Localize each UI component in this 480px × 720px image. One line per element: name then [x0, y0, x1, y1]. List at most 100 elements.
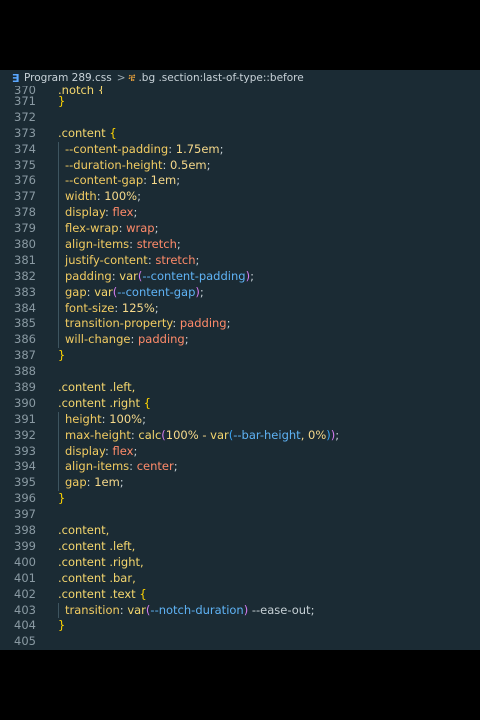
- line-number: 371: [14, 94, 36, 108]
- line-code: }: [58, 618, 65, 634]
- line-number: 377: [14, 189, 36, 204]
- code-line[interactable]: 398 .content,: [0, 523, 480, 539]
- code-line[interactable]: 380 align-items: stretch;: [0, 237, 480, 253]
- token-val: padding: [138, 332, 185, 347]
- code-line[interactable]: 375 --duration-height: 0.5em;: [0, 157, 480, 174]
- line-code: align-items: center;: [65, 459, 178, 475]
- code-line[interactable]: 392 max-height: calc(100% - var(--bar-hei…: [0, 427, 480, 444]
- line-number: 385: [14, 316, 36, 331]
- token-p: :: [118, 221, 127, 236]
- code-line[interactable]: 402 .content .text {: [0, 587, 480, 603]
- line-number: 375: [14, 157, 36, 172]
- code-line[interactable]: 382 padding: var(--content-padding);: [0, 268, 480, 285]
- line-code: padding: var(--content-padding);: [65, 269, 254, 285]
- line-number: 373: [14, 125, 36, 140]
- line-number: 378: [14, 205, 36, 220]
- token-prop: flex-wrap: [65, 221, 119, 236]
- code-line[interactable]: 378 display: flex;: [0, 205, 480, 222]
- token-sel: .content .right: [58, 395, 144, 410]
- code-line[interactable]: 386 will-change: padding;: [0, 332, 480, 349]
- code-line[interactable]: 389 .content .left,: [0, 380, 480, 396]
- code-line[interactable]: 400 .content .right,: [0, 555, 480, 571]
- code-line[interactable]: 374 --content-padding: 1.75em;: [0, 141, 480, 158]
- token-val: center: [136, 459, 174, 474]
- code-line[interactable]: 379 flex-wrap: wrap;: [0, 221, 480, 238]
- indent-guide: [58, 332, 59, 349]
- line-code: justify-content: stretch;: [65, 253, 199, 269]
- line-code: gap: 1em;: [65, 475, 124, 491]
- code-line[interactable]: 376 --content-gap: 1em;: [0, 173, 480, 190]
- token-p: :: [168, 141, 176, 156]
- token-br: }: [58, 491, 66, 506]
- line-number: 381: [14, 252, 36, 267]
- breadcrumb-separator: >: [116, 72, 126, 84]
- token-var: --bar-height: [233, 427, 301, 442]
- line-number: 386: [14, 332, 36, 347]
- line-code: }: [58, 491, 65, 507]
- code-line[interactable]: 393 display: flex;: [0, 443, 480, 460]
- code-line[interactable]: 391 height: 100%;: [0, 411, 480, 428]
- code-line[interactable]: 385 transition-property: padding;: [0, 316, 480, 333]
- token-fn: calc: [138, 427, 162, 442]
- code-line[interactable]: 404}: [0, 618, 480, 634]
- token-prop: --content-padding: [65, 141, 169, 156]
- code-line[interactable]: 371}: [0, 94, 480, 110]
- token-prop: --content-gap: [65, 173, 144, 188]
- indent-guide: [58, 268, 59, 285]
- indent-guide: [58, 459, 59, 476]
- code-line[interactable]: 370 .notch {: [0, 86, 480, 94]
- code-line[interactable]: 403 transition: var(--notch-duration) --e…: [0, 602, 480, 619]
- line-number: 399: [14, 538, 36, 553]
- code-line[interactable]: 372: [0, 110, 480, 126]
- code-line[interactable]: 387}: [0, 348, 480, 364]
- token-p: ;: [119, 475, 124, 490]
- token-p: ;: [154, 300, 159, 315]
- token-p: :: [129, 237, 137, 252]
- code-line[interactable]: 383 gap: var(--content-gap);: [0, 284, 480, 301]
- code-line[interactable]: 395 gap: 1em;: [0, 475, 480, 492]
- token-p: :: [172, 316, 180, 331]
- line-number: 397: [14, 507, 36, 522]
- line-code: max-height: calc(100% - var(--bar-height…: [65, 428, 339, 444]
- breadcrumb-file[interactable]: Program 289.css: [24, 72, 112, 84]
- code-line[interactable]: 390 .content .right {: [0, 396, 480, 412]
- code-line[interactable]: 381 justify-content: stretch;: [0, 252, 480, 269]
- code-line[interactable]: 384 font-size: 125%;: [0, 300, 480, 317]
- token-prop: width: [65, 189, 97, 204]
- indent-guide: [58, 427, 59, 444]
- token-p: :: [105, 205, 113, 220]
- code-line[interactable]: 405: [0, 634, 480, 650]
- code-lines[interactable]: 370 .notch {371} 372 373 .content {374 --cont…: [0, 86, 480, 650]
- token-sel: .content .right,: [58, 554, 144, 569]
- line-code: .content .right {: [58, 396, 151, 412]
- indent-guide: [58, 189, 59, 206]
- code-line[interactable]: 388: [0, 364, 480, 380]
- token-num: 100% -: [165, 427, 211, 442]
- breadcrumb-symbol[interactable]: .bg .section:last-of-type::before: [138, 72, 303, 84]
- token-fn: var: [210, 427, 229, 442]
- line-code: transition: var(--notch-duration) --ease…: [65, 603, 314, 619]
- token-p: :: [105, 443, 113, 458]
- line-number: 387: [14, 348, 36, 363]
- code-line[interactable]: 394 align-items: center;: [0, 459, 480, 476]
- indent-guide: [58, 157, 59, 174]
- line-code: font-size: 125%;: [65, 301, 159, 317]
- code-line[interactable]: 377 width: 100%;: [0, 189, 480, 206]
- code-line[interactable]: 401 .content .bar,: [0, 571, 480, 587]
- breadcrumb: ∃ Program 289.css > ቼ .bg .section:last-…: [0, 70, 480, 86]
- token-p: ;: [176, 173, 181, 188]
- token-br: }: [58, 348, 66, 363]
- indent-guide: [58, 443, 59, 460]
- code-editor[interactable]: ∃ Program 289.css > ቼ .bg .section:last-…: [0, 70, 480, 650]
- code-line[interactable]: 373 .content {: [0, 126, 480, 142]
- line-number: 401: [14, 570, 36, 585]
- token-prop: align-items: [65, 459, 130, 474]
- token-var: --notch-duration: [150, 602, 244, 617]
- token-val: stretch: [136, 237, 177, 252]
- code-line[interactable]: 396}: [0, 491, 480, 507]
- code-line[interactable]: 399 .content .left,: [0, 539, 480, 555]
- token-val: flex: [112, 443, 134, 458]
- line-number: 395: [14, 475, 36, 490]
- indent-guide: [58, 316, 59, 333]
- code-line[interactable]: 397: [0, 507, 480, 523]
